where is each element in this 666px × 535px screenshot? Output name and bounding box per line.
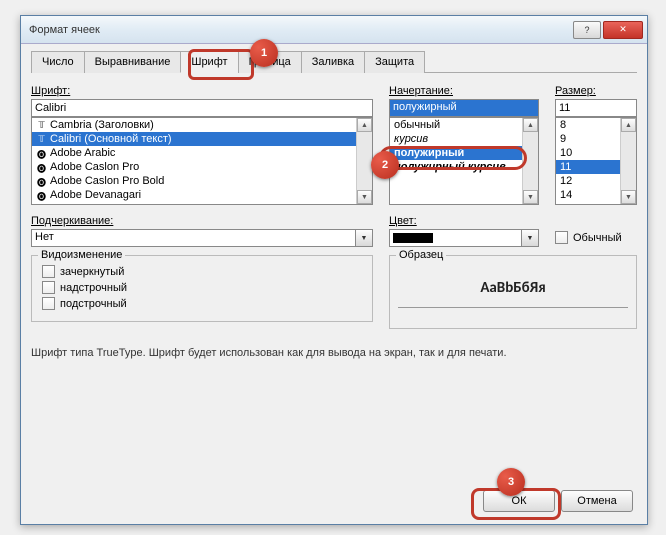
scroll-up-icon[interactable]: ▲ bbox=[523, 118, 538, 132]
scrollbar[interactable]: ▲▼ bbox=[522, 118, 538, 204]
underline-label: Подчеркивание: bbox=[31, 215, 373, 227]
color-label: Цвет: bbox=[389, 215, 539, 227]
dialog-format-cells: Формат ячеек ? ✕ Число Выравнивание Шриф… bbox=[20, 15, 648, 525]
list-item[interactable]: 🅞Adobe Devanagari bbox=[32, 188, 372, 202]
list-item[interactable]: полужирный курсив bbox=[390, 160, 538, 174]
tab-protection[interactable]: Защита bbox=[364, 51, 425, 73]
effects-group: Видоизменение зачеркнутый надстрочный по… bbox=[31, 255, 373, 322]
size-label: Размер: bbox=[555, 85, 637, 97]
opentype-icon: 🅞 bbox=[36, 176, 47, 187]
opentype-icon: 🅞 bbox=[36, 162, 47, 173]
tab-font[interactable]: Шрифт bbox=[180, 51, 238, 73]
font-listbox[interactable]: 𝕋Cambria (Заголовки) 𝕋Calibri (Основной … bbox=[31, 117, 373, 205]
truetype-icon: 𝕋 bbox=[36, 134, 47, 145]
sample-label: Образец bbox=[396, 249, 446, 261]
window-title: Формат ячеек bbox=[29, 24, 571, 36]
checkbox-icon bbox=[42, 281, 55, 294]
subscript-checkbox[interactable]: подстрочный bbox=[42, 297, 362, 310]
strikethrough-checkbox[interactable]: зачеркнутый bbox=[42, 265, 362, 278]
list-item[interactable]: 𝕋Cambria (Заголовки) bbox=[32, 118, 372, 132]
list-item[interactable]: курсив bbox=[390, 132, 538, 146]
underline-combo[interactable]: Нет ▼ bbox=[31, 229, 373, 247]
superscript-checkbox[interactable]: надстрочный bbox=[42, 281, 362, 294]
size-listbox[interactable]: 8 9 10 11 12 14 ▲▼ bbox=[555, 117, 637, 205]
checkbox-icon bbox=[42, 265, 55, 278]
checkbox-icon bbox=[555, 231, 568, 244]
list-item[interactable]: 𝕋Calibri (Основной текст) bbox=[32, 132, 372, 146]
callout-badge-3: 3 bbox=[497, 468, 525, 496]
style-label: Начертание: bbox=[389, 85, 539, 97]
help-button[interactable]: ? bbox=[573, 21, 601, 39]
scroll-down-icon[interactable]: ▼ bbox=[621, 190, 636, 204]
font-label: Шрифт: bbox=[31, 85, 373, 97]
truetype-icon: 𝕋 bbox=[36, 120, 47, 131]
close-button[interactable]: ✕ bbox=[603, 21, 643, 39]
list-item[interactable]: 🅞Adobe Arabic bbox=[32, 146, 372, 160]
tabstrip: Число Выравнивание Шрифт Граница Заливка… bbox=[31, 50, 637, 73]
dropdown-icon[interactable]: ▼ bbox=[356, 229, 373, 247]
scrollbar[interactable]: ▲▼ bbox=[620, 118, 636, 204]
tab-fill[interactable]: Заливка bbox=[301, 51, 365, 73]
list-item[interactable]: 🅞Adobe Caslon Pro Bold bbox=[32, 174, 372, 188]
titlebar[interactable]: Формат ячеек ? ✕ bbox=[21, 16, 647, 44]
effects-label: Видоизменение bbox=[38, 249, 125, 261]
scroll-down-icon[interactable]: ▼ bbox=[357, 190, 372, 204]
opentype-icon: 🅞 bbox=[36, 190, 47, 201]
tab-alignment[interactable]: Выравнивание bbox=[84, 51, 182, 73]
cancel-button[interactable]: Отмена bbox=[561, 490, 633, 512]
style-input[interactable]: полужирный bbox=[389, 99, 539, 117]
scroll-down-icon[interactable]: ▼ bbox=[523, 190, 538, 204]
scroll-up-icon[interactable]: ▲ bbox=[621, 118, 636, 132]
scroll-up-icon[interactable]: ▲ bbox=[357, 118, 372, 132]
style-listbox[interactable]: обычный курсив полужирный полужирный кур… bbox=[389, 117, 539, 205]
callout-badge-2: 2 bbox=[371, 151, 399, 179]
list-item[interactable]: обычный bbox=[390, 118, 538, 132]
list-item[interactable]: 🅞Adobe Caslon Pro bbox=[32, 160, 372, 174]
size-input[interactable] bbox=[555, 99, 637, 117]
description-text: Шрифт типа TrueType. Шрифт будет использ… bbox=[31, 347, 637, 359]
tab-number[interactable]: Число bbox=[31, 51, 85, 73]
opentype-icon: 🅞 bbox=[36, 148, 47, 159]
callout-badge-1: 1 bbox=[250, 39, 278, 67]
underline-value: Нет bbox=[31, 229, 356, 247]
sample-group: Образец AaBbБбЯя bbox=[389, 255, 637, 329]
dropdown-icon[interactable]: ▼ bbox=[522, 229, 539, 247]
scrollbar[interactable]: ▲▼ bbox=[356, 118, 372, 204]
list-item[interactable]: полужирный bbox=[390, 146, 538, 160]
font-input[interactable] bbox=[31, 99, 373, 117]
color-combo[interactable]: ▼ bbox=[389, 229, 539, 247]
sample-text: AaBbБбЯя bbox=[398, 268, 628, 308]
checkbox-icon bbox=[42, 297, 55, 310]
normal-checkbox[interactable]: Обычный bbox=[555, 231, 637, 244]
